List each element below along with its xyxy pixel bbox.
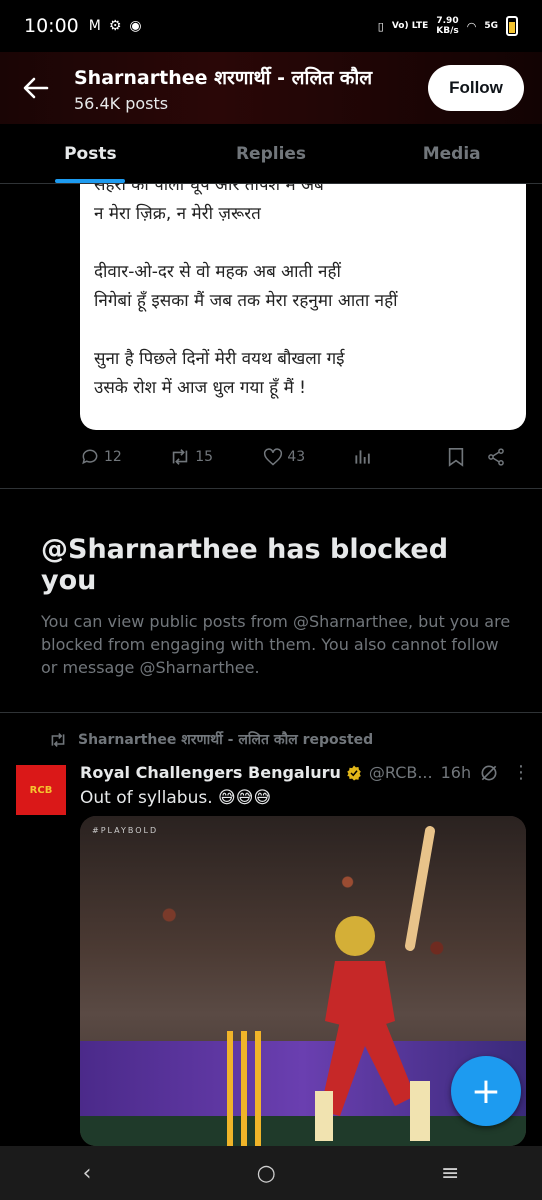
photo-tag: #PLAYBOLD: [92, 826, 159, 835]
tweet-time: 16h: [440, 763, 472, 782]
poem-line: निगेबां हूँ इसका मैं जब तक मेरा रहनुमा आ…: [94, 291, 398, 311]
compose-button[interactable]: +: [451, 1056, 521, 1126]
bookmark-icon: [448, 448, 463, 467]
verified-badge-icon: [347, 765, 361, 780]
vibrate-icon: ▯: [377, 19, 384, 33]
follow-button[interactable]: Follow: [428, 65, 524, 111]
author-name[interactable]: Royal Challengers Bengaluru: [80, 763, 341, 782]
like-count: 43: [287, 449, 306, 465]
share-icon: [488, 448, 505, 466]
avatar[interactable]: RCB: [16, 765, 66, 815]
nav-home-icon[interactable]: ○: [257, 1161, 276, 1186]
grok-icon: [481, 765, 497, 780]
repost-icon: [51, 732, 65, 747]
blocked-notice: @Sharnarthee has blocked you You can vie…: [41, 534, 511, 679]
posts-count: 56.4K posts: [74, 93, 169, 113]
analytics-icon: [354, 450, 370, 464]
tab-replies[interactable]: Replies: [181, 124, 362, 183]
nav-recents-icon[interactable]: ≡: [441, 1161, 459, 1186]
tweet-header: Royal Challengers Bengaluru @RCB... 16h …: [80, 762, 530, 783]
batsman-illustration: [315, 826, 435, 1141]
profile-title: Sharnarthee शरणार्थी - ललित कौल: [74, 66, 373, 89]
divider: [0, 488, 542, 489]
back-arrow-icon[interactable]: [18, 70, 54, 106]
status-bar: 10:00 M ⚙ ◉ ▯ Vo) LTE 7.90 KB/s ◠ 5G: [0, 0, 542, 52]
reply-icon: [82, 449, 98, 465]
blocked-title: @Sharnarthee has blocked you: [41, 534, 449, 596]
tab-posts[interactable]: Posts: [0, 124, 181, 183]
more-options-icon[interactable]: ⋮: [512, 762, 530, 783]
blocked-body: You can view public posts from @Sharnart…: [41, 612, 511, 677]
poem-line: सुना है पिछले दिनों मेरी वयथ बौखला गई: [94, 349, 345, 369]
profile-tabs: Posts Replies Media: [0, 124, 542, 184]
poem-line: [94, 229, 526, 258]
poem-line: न मेरा ज़िक्र, न मेरी ज़रूरत: [94, 204, 261, 224]
status-time: 10:00: [24, 15, 79, 37]
settings-icon: ⚙: [108, 18, 122, 34]
battery-icon: [506, 16, 518, 36]
post-image[interactable]: सहरा की पाली धूप और तपिश में अब न मेरा ज…: [80, 184, 526, 430]
speed-unit: KB/s: [436, 26, 459, 36]
stumps-illustration: [227, 1031, 261, 1146]
repost-indicator[interactable]: Sharnarthee शरणार्थी - ललित कौल reposted: [48, 730, 373, 749]
avatar-text: RCB: [29, 784, 53, 796]
share-button[interactable]: [486, 447, 526, 467]
repost-icon: [172, 449, 188, 465]
reply-button[interactable]: 12: [80, 447, 169, 467]
author-handle[interactable]: @RCB...: [369, 763, 433, 782]
network-type: 5G: [484, 21, 498, 31]
poem-line: दीवार-ओ-दर से वो महक अब आती नहीं: [94, 262, 341, 282]
bookmark-button[interactable]: [447, 447, 487, 467]
poem-line: उसके रोश में आज धुल गया हूँ मैं !: [94, 378, 306, 398]
reply-count: 12: [104, 449, 122, 465]
nav-back-icon[interactable]: ‹: [83, 1161, 92, 1186]
poem-line: [94, 316, 526, 345]
profile-header: Sharnarthee शरणार्थी - ललित कौल 56.4K po…: [0, 52, 542, 124]
post-actions: 12 15 43: [80, 440, 526, 474]
system-nav-bar: ‹ ○ ≡: [0, 1146, 542, 1200]
tab-media[interactable]: Media: [361, 124, 542, 183]
gmail-icon: M: [88, 18, 101, 34]
like-button[interactable]: 43: [263, 447, 352, 467]
speed-value: 7.90: [436, 16, 459, 26]
plus-icon: +: [470, 1070, 502, 1112]
divider: [0, 712, 542, 713]
heart-icon: [264, 448, 283, 466]
volte-label: Vo) LTE: [391, 21, 429, 31]
wifi-icon: ◠: [466, 19, 477, 33]
poem-line: सहरा की पाली धूप और तपिश में अब: [94, 184, 324, 195]
repost-label: Sharnarthee शरणार्थी - ललित कौल reposted: [78, 732, 374, 748]
tweet-text: Out of syllabus. 😅😅😅: [80, 788, 272, 808]
repost-button[interactable]: 15: [169, 447, 263, 467]
repost-count: 15: [195, 449, 214, 465]
views-button[interactable]: [353, 447, 447, 467]
hotspot-icon: ◉: [129, 18, 142, 34]
